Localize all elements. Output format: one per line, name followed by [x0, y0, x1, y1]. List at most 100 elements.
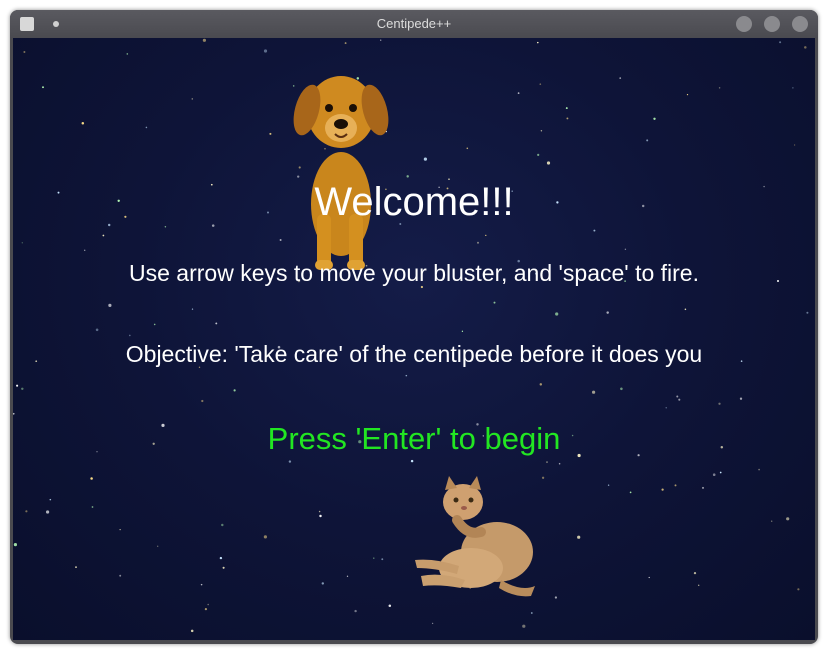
star — [318, 510, 321, 513]
star — [806, 311, 809, 314]
game-canvas[interactable]: Welcome!!! Use arrow keys to move your b… — [13, 38, 815, 640]
star — [619, 77, 621, 79]
star — [373, 557, 375, 559]
star — [517, 92, 520, 94]
star — [555, 312, 559, 316]
star — [554, 596, 558, 599]
star — [153, 323, 156, 326]
star — [219, 556, 223, 560]
star — [646, 139, 649, 142]
star — [222, 566, 225, 569]
star — [466, 147, 469, 150]
star — [739, 397, 743, 400]
star — [539, 83, 542, 85]
star — [221, 523, 224, 527]
star — [91, 506, 94, 508]
star — [537, 41, 539, 44]
star — [719, 471, 722, 474]
star — [319, 514, 322, 518]
star — [354, 609, 357, 613]
star — [676, 395, 679, 398]
star — [653, 117, 656, 120]
instructions-text: Use arrow keys to move your bluster, and… — [129, 260, 699, 286]
star — [686, 93, 689, 96]
star — [540, 130, 543, 132]
title-bar[interactable]: Centipede++ — [10, 10, 818, 38]
star — [21, 387, 24, 391]
star — [23, 51, 26, 53]
star — [674, 484, 677, 487]
star — [771, 520, 773, 522]
star — [381, 558, 384, 561]
star — [344, 42, 347, 45]
star — [423, 157, 427, 161]
star — [108, 303, 112, 307]
cat-sprite — [415, 476, 535, 597]
star — [46, 510, 50, 514]
star — [406, 175, 409, 178]
star — [804, 46, 807, 49]
puppy-sprite — [293, 76, 389, 270]
objective-text: Objective: 'Take care' of the centipede … — [125, 341, 703, 367]
star — [204, 607, 208, 611]
welcome-heading: Welcome!!! — [314, 180, 514, 224]
star — [207, 603, 210, 606]
star — [522, 624, 526, 628]
star — [126, 53, 129, 55]
star — [215, 322, 218, 325]
star — [190, 629, 194, 633]
star — [606, 311, 609, 314]
star — [661, 488, 664, 491]
star — [13, 543, 17, 547]
star — [678, 398, 681, 401]
star — [593, 229, 596, 232]
start-prompt: Press 'Enter' to begin — [267, 421, 561, 456]
star — [279, 239, 282, 241]
star — [793, 144, 796, 146]
star — [119, 529, 121, 531]
star — [202, 38, 206, 42]
window-title: Centipede++ — [376, 16, 452, 31]
star — [693, 571, 697, 575]
star — [537, 153, 540, 156]
maximize-button[interactable] — [764, 16, 780, 32]
star — [477, 241, 479, 244]
star — [346, 575, 349, 577]
star — [263, 535, 267, 539]
star — [539, 383, 543, 386]
star — [786, 517, 790, 521]
star — [566, 117, 569, 120]
star — [269, 132, 272, 135]
star — [157, 545, 159, 547]
star — [201, 399, 204, 403]
star — [21, 242, 23, 244]
star — [718, 87, 721, 89]
star — [779, 41, 782, 44]
star — [565, 107, 568, 110]
star — [263, 49, 268, 53]
star — [200, 583, 203, 586]
star — [84, 249, 86, 251]
star — [405, 374, 408, 377]
close-button[interactable] — [792, 16, 808, 32]
star — [592, 390, 596, 394]
star — [648, 576, 650, 579]
star — [546, 461, 548, 463]
minimize-button[interactable] — [736, 16, 752, 32]
star — [558, 462, 561, 465]
star — [191, 308, 194, 310]
star — [49, 498, 52, 501]
star — [702, 486, 704, 489]
star — [119, 574, 122, 577]
star — [431, 622, 434, 625]
star — [461, 330, 464, 332]
star — [75, 566, 77, 568]
star — [620, 387, 623, 391]
star — [410, 459, 414, 463]
star — [712, 473, 716, 476]
star — [191, 98, 194, 100]
star — [624, 248, 627, 250]
star — [95, 328, 99, 332]
star — [493, 301, 496, 304]
star — [145, 126, 148, 129]
